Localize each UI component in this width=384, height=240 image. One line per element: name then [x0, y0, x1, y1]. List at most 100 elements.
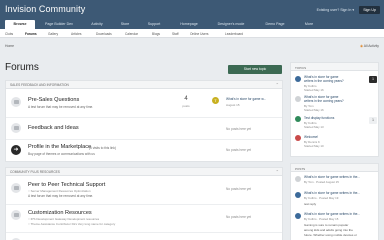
nav-more[interactable]: More — [297, 20, 321, 29]
nav-demo-page[interactable]: Demo Page — [256, 20, 294, 29]
row-divider — [6, 117, 282, 118]
post-excerpt-line3: future. Whether using mobile devices or — [304, 233, 357, 237]
topic-title[interactable]: Welcome! — [304, 135, 318, 139]
breadcrumb-home[interactable]: Home — [5, 44, 14, 48]
subnav-leaderboard[interactable]: Leaderboard — [225, 32, 243, 36]
subnav-gallery[interactable]: Gallery — [48, 32, 58, 36]
category-title[interactable]: Community Plus Resources — [10, 170, 60, 174]
no-posts-text: No posts here yet — [226, 187, 251, 191]
posts-widget: Posts What's in store for game writers i… — [290, 163, 379, 240]
nav-support[interactable]: Support — [139, 20, 169, 29]
nav-browse[interactable]: Browse — [5, 20, 35, 29]
forum-title[interactable]: Feedback and Ideas — [28, 125, 79, 131]
no-posts-text: No posts here yet — [226, 148, 251, 152]
subnav-staff[interactable]: Staff — [172, 32, 179, 36]
avatar[interactable]: T — [212, 97, 219, 104]
site-logo[interactable]: Invision Community — [5, 4, 85, 14]
post-excerpt: Gaming is sure to remain popular — [304, 223, 349, 227]
category-card: Sales Feedback and Information ⌃ Pre-Sal… — [5, 80, 283, 162]
collapse-icon[interactable]: ⌃ — [276, 169, 279, 174]
user-bar: Existing user? Sign In ▾ Sign Up — [317, 6, 380, 14]
forum-title[interactable]: Pre-Sales Questions — [28, 97, 79, 103]
primary-nav: Browse Page Builder Dev Activity Store S… — [0, 20, 384, 29]
topic-started: Started May 16 — [304, 108, 324, 112]
redirect-count: (5 visits to this link) — [89, 145, 116, 150]
post-title[interactable]: What's in store for game writers in the.… — [304, 212, 360, 216]
category-header: Sales Feedback and Information ⌃ — [6, 81, 282, 89]
subnav-online-users[interactable]: Online Users — [190, 32, 208, 36]
last-post-date: August 15 — [226, 103, 240, 107]
nav-homepage[interactable]: Homepage — [172, 20, 206, 29]
widget-header: Topics — [291, 63, 378, 71]
collapse-icon[interactable]: ⌃ — [276, 82, 279, 87]
topic-started: Started May 10 — [304, 144, 324, 148]
nav-page-builder-dev[interactable]: Page Builder Dev — [38, 20, 80, 29]
topic-title-line2[interactable]: writers in the coming years? — [304, 79, 344, 83]
forum-title[interactable]: Profile in the Marketplace — [28, 144, 91, 150]
post-excerpt: test reply — [304, 202, 317, 206]
subnav-clubs[interactable]: Clubs — [5, 32, 13, 36]
post-excerpt-line2: among kids and adults going into the — [304, 228, 353, 232]
widget-title: Posts — [295, 166, 306, 171]
no-posts-text: No posts here yet — [226, 127, 251, 131]
forum-read-icon[interactable] — [11, 183, 21, 193]
avatar[interactable] — [295, 176, 301, 182]
nav-activity[interactable]: Activity — [83, 20, 111, 29]
category-title[interactable]: Sales Feedback and Information — [10, 83, 69, 87]
forum-description: A test forum that may be removed at any … — [28, 105, 94, 109]
subnav-blogs[interactable]: Blogs — [152, 32, 160, 36]
top-bar: Invision Community Existing user? Sign I… — [0, 0, 384, 20]
last-post-title[interactable]: What's in store for game w... — [226, 97, 266, 101]
row-divider — [6, 139, 282, 140]
post-meta: By Kolbro · Posted May 19 — [304, 196, 339, 200]
forum-read-icon[interactable] — [11, 97, 21, 107]
topic-started: Started May 16 — [304, 88, 324, 92]
forum-title[interactable]: Peer to Peer Technical Support — [28, 182, 105, 188]
avatar[interactable] — [295, 76, 301, 82]
sign-up-button[interactable]: Sign Up — [359, 6, 380, 14]
forum-description: Buy page of themes or communications wit… — [28, 152, 95, 156]
avatar[interactable] — [295, 192, 301, 198]
subforum-list[interactable]: ○ Server Management Resources Optimizati… — [28, 189, 91, 193]
widget-header: Posts — [291, 164, 378, 172]
forum-description: A test forum that may be removed at any … — [28, 194, 94, 198]
category-header: Community Plus Resources ⌃ — [6, 168, 282, 176]
forum-read-icon[interactable] — [11, 210, 21, 220]
post-count-label: posts — [182, 104, 190, 108]
row-divider — [6, 232, 282, 233]
topic-title[interactable]: Test display functions — [304, 116, 334, 120]
all-activity-label: All Activity — [363, 44, 379, 48]
post-title[interactable]: What's in store for game writers in the.… — [304, 191, 360, 195]
sign-in-link[interactable]: Existing user? Sign In ▾ — [317, 8, 355, 12]
topic-started: Started May 13 — [304, 125, 324, 129]
no-posts-text: No posts here yet — [226, 215, 251, 219]
subnav-calendar[interactable]: Calendar — [125, 32, 138, 36]
avatar[interactable] — [295, 213, 301, 219]
subforum-list[interactable]: ○ Theme Assistance Contributor Dirs Very… — [28, 222, 115, 226]
subnav-forums[interactable]: Forums — [25, 32, 37, 36]
row-divider — [6, 204, 282, 205]
avatar[interactable] — [295, 116, 301, 122]
start-new-topic-button[interactable]: Start new topic — [228, 65, 282, 74]
avatar[interactable] — [295, 135, 301, 141]
all-activity-link[interactable]: ◉ All Activity — [360, 44, 379, 48]
breadcrumb: Home — [5, 44, 14, 48]
nav-designers-mode[interactable]: Designer's mode — [209, 20, 253, 29]
reply-count: 1 — [369, 76, 377, 83]
page-title: Forums — [5, 62, 39, 73]
redirect-arrow-icon[interactable]: ➜ — [11, 145, 21, 155]
avatar[interactable] — [295, 96, 301, 102]
forum-title[interactable]: Customization Resources — [28, 210, 92, 216]
forum-read-icon[interactable] — [11, 123, 21, 133]
secondary-nav: Clubs Forums Gallery Articles Downloads … — [0, 29, 384, 38]
reply-count: 1 — [369, 117, 377, 124]
post-title[interactable]: What's in store for game writers in the.… — [304, 175, 360, 179]
nav-store[interactable]: Store — [114, 20, 136, 29]
subforum-list[interactable]: ○ IPS Development Gateway Development re… — [28, 217, 99, 221]
subnav-articles[interactable]: Articles — [71, 32, 81, 36]
post-meta: By Kolbro · Posted May 15 — [304, 217, 339, 221]
post-count: 4 — [184, 96, 188, 102]
subnav-downloads[interactable]: Downloads — [96, 32, 112, 36]
topic-title-line2[interactable]: writers in the coming years? — [304, 99, 344, 103]
widget-title: Topics — [295, 65, 307, 70]
